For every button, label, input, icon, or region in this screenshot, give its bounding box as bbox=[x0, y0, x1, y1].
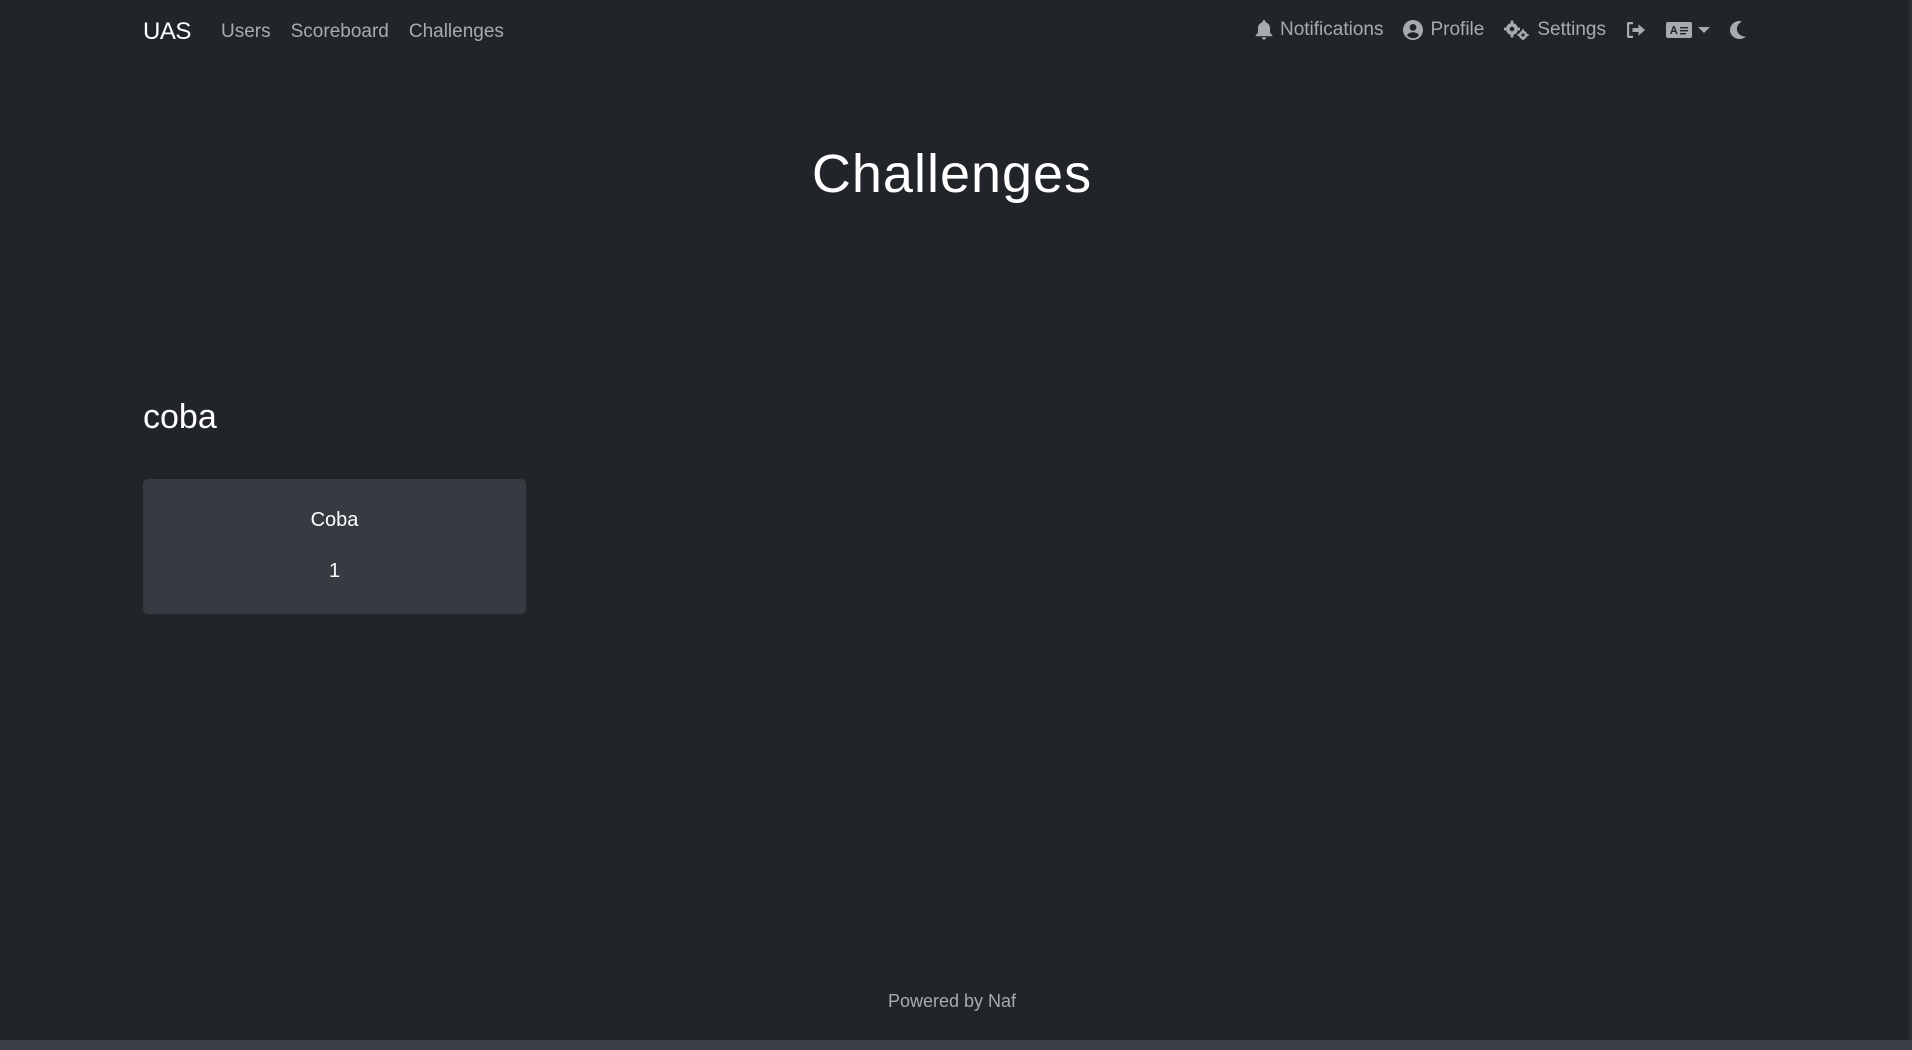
window-bottom-edge bbox=[0, 1040, 1912, 1050]
nav-logout[interactable] bbox=[1626, 21, 1646, 39]
nav-link-users[interactable]: Users bbox=[221, 21, 271, 43]
footer-link[interactable]: Powered by Naf bbox=[888, 991, 1016, 1011]
category-title: coba bbox=[143, 398, 217, 436]
moon-icon bbox=[1730, 21, 1746, 39]
nav-link-challenges[interactable]: Challenges bbox=[409, 21, 504, 43]
nav-right: Notifications Profile Settings bbox=[1255, 19, 1746, 41]
nav-notifications-label: Notifications bbox=[1279, 19, 1384, 40]
challenge-card[interactable]: Coba 1 bbox=[143, 479, 526, 614]
chevron-down-icon bbox=[1698, 27, 1710, 33]
nav-settings-label: Settings bbox=[1537, 19, 1606, 40]
language-dropdown[interactable] bbox=[1666, 22, 1710, 38]
sign-out-icon bbox=[1626, 21, 1646, 39]
nav-profile[interactable]: Profile bbox=[1403, 19, 1484, 41]
nav-left: Users Scoreboard Challenges bbox=[221, 21, 504, 43]
theme-toggle[interactable] bbox=[1730, 21, 1746, 39]
brand-link[interactable]: UAS bbox=[143, 18, 191, 46]
challenge-name: Coba bbox=[310, 509, 359, 531]
user-circle-icon bbox=[1403, 20, 1424, 40]
challenge-value: 1 bbox=[328, 560, 341, 582]
navbar: UAS Users Scoreboard Challenges Notifica… bbox=[0, 0, 1912, 66]
page-title: Challenges bbox=[811, 144, 1093, 204]
bell-icon bbox=[1255, 20, 1273, 40]
nav-settings[interactable]: Settings bbox=[1504, 19, 1606, 41]
page: UAS Users Scoreboard Challenges Notifica… bbox=[0, 0, 1912, 1050]
language-icon bbox=[1666, 22, 1692, 38]
footer: Powered by Naf bbox=[0, 991, 1904, 1012]
nav-profile-label: Profile bbox=[1430, 19, 1485, 40]
gears-icon bbox=[1504, 20, 1530, 40]
nav-link-scoreboard[interactable]: Scoreboard bbox=[291, 21, 389, 43]
nav-notifications[interactable]: Notifications bbox=[1255, 19, 1384, 41]
